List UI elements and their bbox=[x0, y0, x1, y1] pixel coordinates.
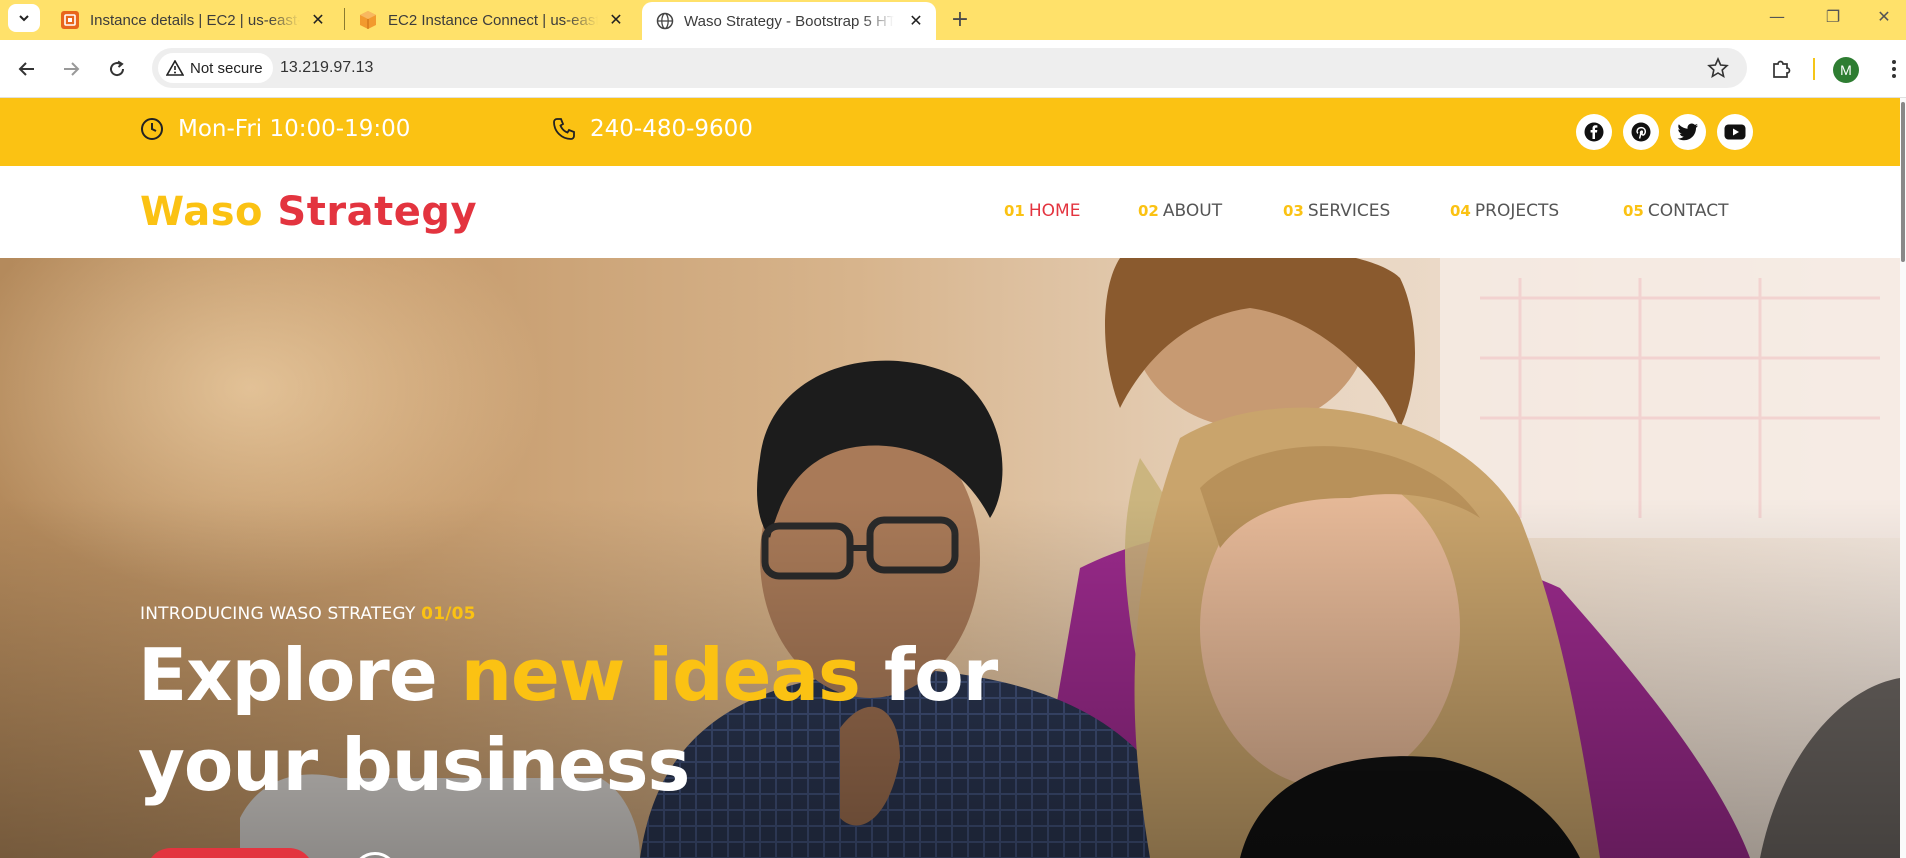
phone-text: 240-480-9600 bbox=[590, 116, 753, 142]
toolbar-divider bbox=[1813, 58, 1815, 80]
phone-icon bbox=[553, 118, 575, 140]
browser-tab-ec2-details[interactable]: Instance details | EC2 | us-east-1 ✕ bbox=[48, 0, 338, 40]
browser-tab-strip: Instance details | EC2 | us-east-1 ✕ EC2… bbox=[0, 0, 1906, 40]
nav-label: ABOUT bbox=[1162, 201, 1223, 221]
browser-tab-waso[interactable]: Waso Strategy - Bootstrap 5 HTML ✕ bbox=[642, 2, 936, 40]
youtube-icon bbox=[1724, 124, 1746, 140]
back-button[interactable] bbox=[12, 54, 42, 84]
page-scrollbar[interactable] bbox=[1900, 98, 1906, 858]
nav-number: 05 bbox=[1623, 202, 1644, 220]
hero-section: INTRODUCING WASO STRATEGY 01/05 Explore … bbox=[0, 258, 1900, 858]
more-vertical-icon bbox=[1892, 60, 1896, 78]
clock-icon bbox=[141, 118, 163, 140]
nav-number: 03 bbox=[1283, 202, 1304, 220]
facebook-icon bbox=[1584, 122, 1604, 142]
new-tab-button[interactable]: + bbox=[945, 4, 975, 34]
aws-ec2-icon bbox=[61, 11, 79, 29]
scrollbar-thumb[interactable] bbox=[1901, 102, 1905, 262]
nav-label: HOME bbox=[1028, 201, 1081, 221]
hero-title-start: Explore bbox=[138, 633, 438, 717]
tab-title: EC2 Instance Connect | us-east-1 bbox=[388, 11, 598, 29]
tab-separator bbox=[344, 8, 345, 30]
reload-button[interactable] bbox=[102, 54, 132, 84]
brand-part-2: Strategy bbox=[277, 189, 478, 235]
arrow-left-icon bbox=[18, 62, 34, 76]
hero-cta-button[interactable] bbox=[146, 848, 314, 858]
extensions-button[interactable] bbox=[1767, 55, 1795, 83]
nav-projects[interactable]: 04 PROJECTS bbox=[1450, 201, 1559, 221]
page-viewport: Mon-Fri 10:00-19:00 240-480-9600 Waso St… bbox=[0, 98, 1900, 858]
nav-number: 01 bbox=[1004, 202, 1025, 220]
close-tab-icon[interactable]: ✕ bbox=[306, 6, 330, 34]
reload-icon bbox=[110, 60, 125, 77]
close-window-icon[interactable]: ✕ bbox=[1856, 0, 1906, 32]
nav-label: CONTACT bbox=[1647, 201, 1729, 221]
nav-services[interactable]: 03 SERVICES bbox=[1283, 201, 1390, 221]
hero-title-end: your business bbox=[138, 723, 690, 807]
forward-button[interactable] bbox=[56, 54, 86, 84]
profile-avatar[interactable]: M bbox=[1833, 57, 1859, 83]
minimize-window-icon[interactable]: — bbox=[1749, 0, 1805, 32]
chevron-down-icon bbox=[19, 15, 29, 22]
site-navbar: Waso Strategy 01 HOME 02 ABOUT 03 SERVICES … bbox=[0, 166, 1900, 258]
nav-number: 04 bbox=[1450, 202, 1471, 220]
browser-tab-ec2-connect[interactable]: EC2 Instance Connect | us-east-1 ✕ bbox=[346, 0, 636, 40]
hero-title-highlight: new ideas bbox=[460, 633, 861, 717]
tab-title: Waso Strategy - Bootstrap 5 HTML bbox=[684, 12, 894, 30]
brand-logo[interactable]: Waso Strategy bbox=[140, 189, 477, 235]
nav-contact[interactable]: 05 CONTACT bbox=[1623, 201, 1729, 221]
slide-counter: 01/05 bbox=[421, 604, 476, 624]
hero-title-mid: for bbox=[883, 633, 998, 717]
pinterest-link[interactable] bbox=[1623, 114, 1659, 150]
facebook-link[interactable] bbox=[1576, 114, 1612, 150]
globe-icon bbox=[656, 12, 674, 30]
close-tab-icon[interactable]: ✕ bbox=[604, 6, 628, 34]
aws-cube-icon bbox=[360, 11, 376, 29]
security-label: Not secure bbox=[190, 59, 263, 77]
tab-title: Instance details | EC2 | us-east-1 bbox=[90, 11, 300, 29]
pinterest-icon bbox=[1631, 122, 1651, 142]
browser-menu-button[interactable] bbox=[1880, 55, 1906, 83]
address-bar[interactable]: Not secure 13.219.97.13 bbox=[152, 48, 1747, 88]
browser-toolbar: Not secure 13.219.97.13 bbox=[0, 40, 1906, 98]
tab-search-button[interactable] bbox=[8, 4, 40, 32]
url-text[interactable]: 13.219.97.13 bbox=[280, 59, 373, 77]
nav-about[interactable]: 02 ABOUT bbox=[1138, 201, 1222, 221]
nav-home[interactable]: 01 HOME bbox=[1004, 201, 1080, 221]
twitter-icon bbox=[1677, 123, 1698, 141]
hero-title: Explore new ideas for your business bbox=[138, 630, 1038, 810]
restore-window-icon[interactable]: ❐ bbox=[1805, 0, 1861, 32]
opening-hours: Mon-Fri 10:00-19:00 bbox=[140, 116, 410, 142]
puzzle-icon bbox=[1773, 60, 1791, 78]
site-info-chip[interactable]: Not secure bbox=[158, 53, 273, 83]
nav-number: 02 bbox=[1138, 202, 1159, 220]
warning-icon bbox=[166, 60, 184, 76]
phone-number[interactable]: 240-480-9600 bbox=[552, 116, 753, 142]
arrow-right-icon bbox=[64, 62, 80, 76]
close-tab-icon[interactable]: ✕ bbox=[904, 7, 928, 35]
nav-label: SERVICES bbox=[1307, 201, 1391, 221]
brand-part-1: Waso bbox=[140, 189, 263, 235]
hero-eyebrow-text: INTRODUCING WASO STRATEGY bbox=[140, 604, 416, 624]
site-topbar: Mon-Fri 10:00-19:00 240-480-9600 bbox=[0, 98, 1900, 166]
youtube-link[interactable] bbox=[1717, 114, 1753, 150]
nav-label: PROJECTS bbox=[1474, 201, 1560, 221]
hero-eyebrow: INTRODUCING WASO STRATEGY 01/05 bbox=[140, 604, 476, 624]
twitter-link[interactable] bbox=[1670, 114, 1706, 150]
bookmark-star-icon[interactable] bbox=[1707, 57, 1729, 79]
hours-text: Mon-Fri 10:00-19:00 bbox=[178, 116, 411, 142]
